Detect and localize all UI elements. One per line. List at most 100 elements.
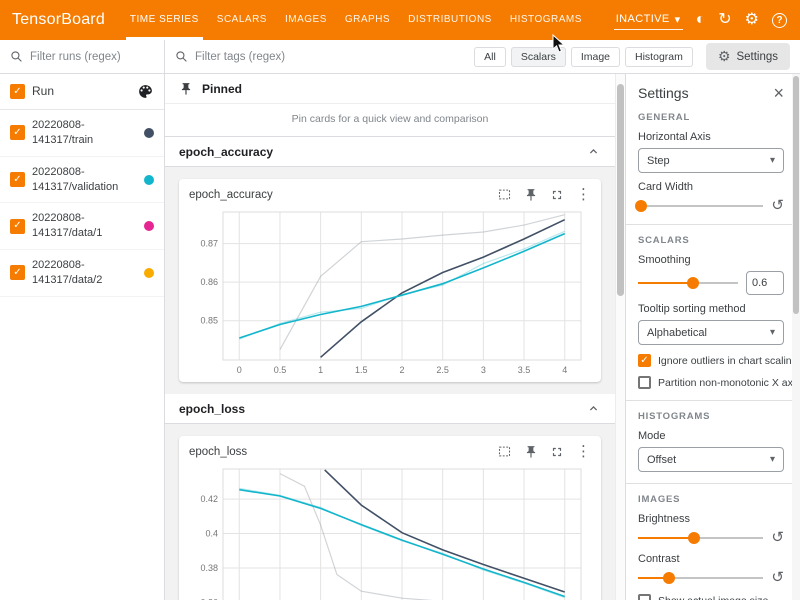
main-scrollbar[interactable] [615,74,625,600]
status-dropdown[interactable]: INACTIVE ▾ [614,11,683,30]
data-selection-icon[interactable] [497,187,512,202]
pin-icon[interactable] [524,445,538,459]
tab-images[interactable]: IMAGES [276,0,336,40]
chevron-up-icon[interactable] [586,401,601,416]
tab-histograms[interactable]: HISTOGRAMS [501,0,591,40]
tags-filter-input[interactable] [195,51,467,63]
gear-icon[interactable]: ⚙ [745,12,759,28]
run-checkbox[interactable]: ✓ [10,219,25,234]
chevron-up-icon[interactable] [586,144,601,159]
tag-filter-chips: All Scalars Image Histogram [474,47,693,67]
chip-image[interactable]: Image [571,47,620,67]
tab-time-series[interactable]: TIME SERIES [121,0,208,40]
tags-toolbar: All Scalars Image Histogram ⚙ Settings [165,40,800,74]
partition-x-axis-label: Partition non-monotonic X axis [658,377,800,389]
pinned-section-header: Pinned [165,74,615,104]
ignore-outliers-row[interactable]: ✓ Ignore outliers in chart scaling [638,354,784,367]
smoothing-value-input[interactable] [746,271,784,295]
select-all-runs-checkbox[interactable]: ✓ [10,84,25,99]
section-title: epoch_accuracy [179,145,273,159]
card-title: epoch_accuracy [189,189,497,201]
chip-histogram[interactable]: Histogram [625,47,693,67]
contrast-slider[interactable] [638,571,763,585]
card-title: epoch_loss [189,446,497,458]
histogram-mode-value: Offset [647,454,676,466]
ignore-outliers-checkbox[interactable]: ✓ [638,354,651,367]
close-icon[interactable]: × [773,84,784,102]
svg-text:3: 3 [481,365,486,375]
runs-filter-input[interactable] [30,51,154,63]
help-icon[interactable]: ? [772,13,787,28]
tab-graphs[interactable]: GRAPHS [336,0,399,40]
run-row-validation[interactable]: ✓ 20220808-141317/validation [0,157,164,204]
svg-text:0.85: 0.85 [200,316,218,326]
partition-x-axis-row[interactable]: ✓ Partition non-monotonic X axis [638,376,784,389]
tooltip-sorting-value: Alphabetical [647,327,707,339]
card-width-slider[interactable] [638,199,763,213]
runs-sidebar: ✓ Run ✓ 20220808-141317/train ✓ 20220808… [0,40,165,600]
run-label: 20220808-141317/data/2 [32,258,137,288]
content-row: Pinned Pin cards for a quick view and co… [165,74,800,600]
chip-scalars[interactable]: Scalars [511,47,566,67]
chevron-down-icon: ▾ [770,327,775,338]
run-color-dot [144,128,154,138]
slider-thumb[interactable] [688,532,700,544]
svg-text:0.86: 0.86 [200,277,218,287]
more-options-icon[interactable]: ⋮ [576,444,591,459]
section-epoch-loss[interactable]: epoch_loss [165,394,615,424]
palette-icon [137,83,154,100]
card-toolbar: ⋮ [497,187,591,202]
chart-epoch-loss[interactable]: 00.511.522.533.540.360.380.40.42 [187,461,593,600]
runs-header-row: ✓ Run [0,74,164,110]
reset-icon[interactable]: ↺ [771,530,784,545]
run-label: 20220808-141317/validation [32,165,137,195]
brightness-slider[interactable] [638,531,763,545]
run-checkbox[interactable]: ✓ [10,125,25,140]
fullscreen-icon[interactable] [550,188,564,202]
tab-distributions[interactable]: DISTRIBUTIONS [399,0,501,40]
scrollbar-thumb[interactable] [617,84,624,296]
partition-x-axis-checkbox[interactable]: ✓ [638,376,651,389]
slider-thumb[interactable] [663,572,675,584]
histogram-mode-select[interactable]: Offset ▾ [638,447,784,472]
reset-icon[interactable]: ↺ [771,570,784,585]
svg-text:0.42: 0.42 [200,494,218,504]
run-color-dot [144,175,154,185]
smoothing-slider[interactable] [638,276,738,290]
chevron-down-icon: ▾ [770,454,775,465]
main-nav: TIME SERIES SCALARS IMAGES GRAPHS DISTRI… [121,0,591,40]
card-width-label: Card Width [638,181,784,193]
run-checkbox[interactable]: ✓ [10,172,25,187]
refresh-icon[interactable]: ↻ [718,12,731,28]
fullscreen-icon[interactable] [550,445,564,459]
show-actual-size-row[interactable]: ✓ Show actual image size [638,594,784,600]
section-epoch-accuracy[interactable]: epoch_accuracy [165,137,615,167]
check-icon: ✓ [13,221,21,231]
slider-thumb[interactable] [635,200,647,212]
brightness-label: Brightness [638,513,784,525]
tooltip-sorting-select[interactable]: Alphabetical ▾ [638,320,784,345]
scrollbar-thumb[interactable] [793,76,799,314]
settings-button[interactable]: ⚙ Settings [706,43,790,70]
run-checkbox[interactable]: ✓ [10,265,25,280]
theme-contrast-icon[interactable]: ◐ [696,12,706,28]
run-row-train[interactable]: ✓ 20220808-141317/train [0,110,164,157]
tab-scalars[interactable]: SCALARS [208,0,276,40]
more-options-icon[interactable]: ⋮ [576,187,591,202]
run-row-data-1[interactable]: ✓ 20220808-141317/data/1 [0,203,164,250]
settings-scrollbar[interactable] [792,74,800,600]
show-actual-size-label: Show actual image size [658,595,768,600]
run-row-data-2[interactable]: ✓ 20220808-141317/data/2 [0,250,164,297]
slider-thumb[interactable] [687,277,699,289]
pin-icon[interactable] [524,188,538,202]
data-selection-icon[interactable] [497,444,512,459]
chip-all[interactable]: All [474,47,506,67]
show-actual-size-checkbox[interactable]: ✓ [638,594,651,600]
reset-icon[interactable]: ↺ [771,198,784,213]
svg-text:2.5: 2.5 [436,365,449,375]
header-actions: INACTIVE ▾ ◐ ↻ ⚙ ? [614,0,800,40]
horizontal-axis-select[interactable]: Step ▾ [638,148,784,173]
chart-epoch-accuracy[interactable]: 00.511.522.533.540.850.860.87 [187,204,593,380]
divider [626,400,800,401]
section-title: epoch_loss [179,402,245,416]
